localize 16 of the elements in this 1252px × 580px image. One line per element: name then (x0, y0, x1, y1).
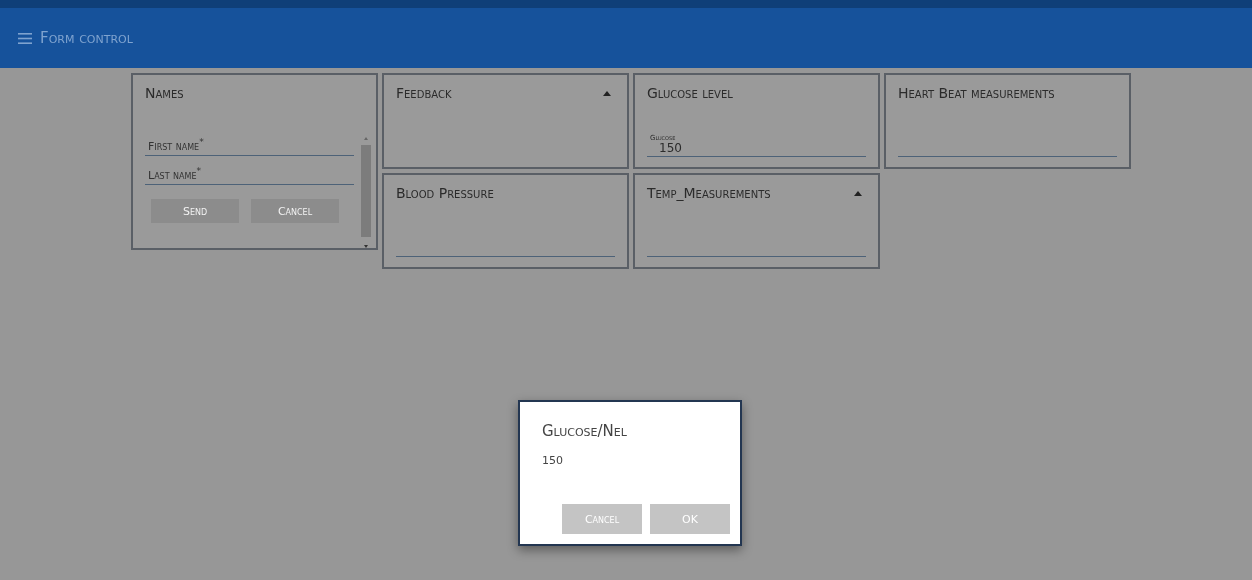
dialog-button[interactable]: Cancel (562, 504, 642, 534)
dialog-button[interactable]: OK (650, 504, 730, 534)
card-title: Heart Beat measurements (898, 85, 1055, 102)
caret-icon[interactable] (854, 191, 862, 196)
text-field[interactable]: First name$^{*}$ (145, 136, 354, 156)
card-title: Glucose level (647, 85, 733, 102)
dialog-title: Glucose/Nel (542, 422, 628, 440)
caret-icon[interactable] (603, 91, 611, 96)
card-title: Blood Pressure (396, 185, 494, 202)
dialog-value: 150 (542, 454, 564, 467)
card-title: Feedback (396, 85, 452, 102)
app-title: Form control (40, 29, 133, 47)
text-field[interactable]: Last name$^{*}$ (145, 165, 354, 186)
card-title: Temp_Measurements (647, 185, 771, 202)
menu-icon[interactable] (18, 32, 32, 44)
card-title: Names (145, 85, 185, 102)
